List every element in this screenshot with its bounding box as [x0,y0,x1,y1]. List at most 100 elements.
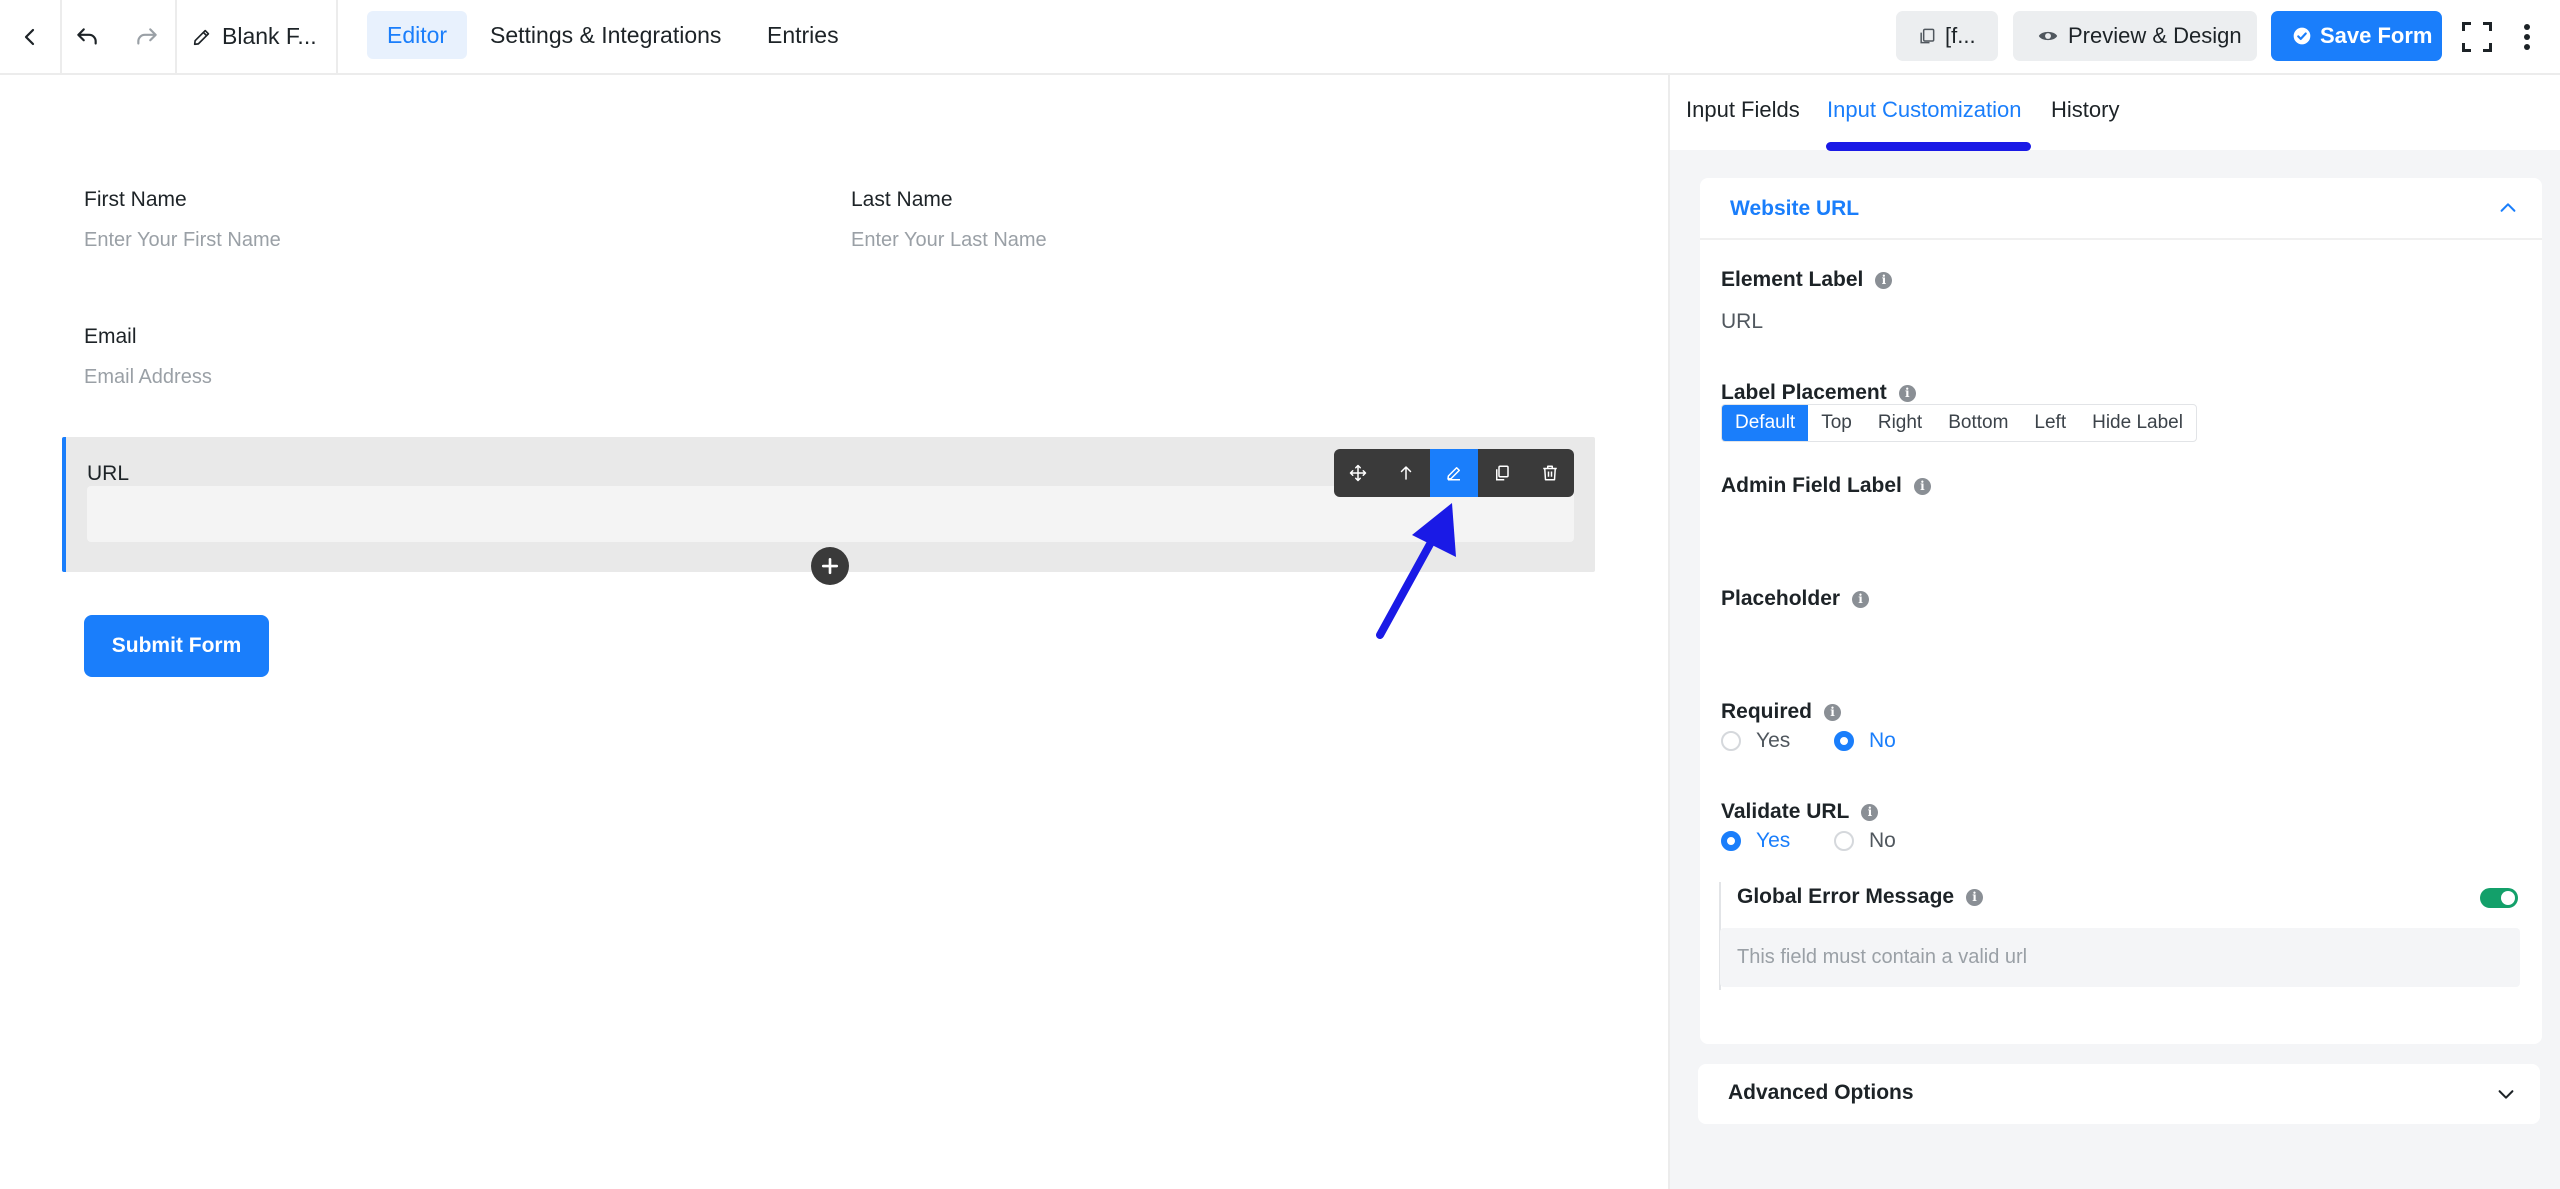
required-yes-radio[interactable]: Yes [1721,729,1790,753]
email-input[interactable]: Email Address [84,366,212,389]
shortcode-button[interactable]: [f... [1896,11,1998,61]
shortcode-text: [f... [1945,23,1976,48]
info-icon: i [1861,803,1879,821]
url-label: URL [87,462,130,485]
last-name-label: Last Name [851,188,953,211]
chevron-left-icon [24,28,35,45]
info-icon: i [1824,703,1842,721]
redo-button[interactable] [122,0,172,73]
info-icon: i [1966,888,1984,906]
advanced-options-section[interactable]: Advanced Options [1698,1064,2540,1124]
validate-yes-radio[interactable]: Yes [1721,829,1790,853]
radio-dot [1721,831,1741,851]
info-icon: i [1875,271,1893,289]
move-up-button[interactable] [1382,449,1430,497]
tab-input-fields[interactable]: Input Fields [1686,97,1800,123]
global-error-heading: Global Error Message i [1737,885,1984,909]
pencil-icon [1447,467,1460,481]
annotation-arrow [1376,503,1456,639]
undo-icon [77,27,97,45]
tab-entries[interactable]: Entries [747,11,859,59]
move-icon [1349,464,1367,482]
active-tab-underline [1826,142,2031,151]
validate-no-radio[interactable]: No [1834,829,1896,853]
validate-url-title: Validate URL [1721,800,1850,823]
tab-history[interactable]: History [2051,97,2119,123]
chevron-down-icon [2498,1090,2514,1099]
website-url-section: Website URL [1700,178,2542,1044]
global-error-toggle[interactable] [2480,888,2518,908]
delete-button[interactable] [1526,449,1574,497]
placement-left[interactable]: Left [2021,405,2079,441]
required-heading: Required i [1721,700,1842,724]
edit-field-button[interactable] [1430,449,1478,497]
back-button[interactable] [0,0,60,73]
validate-no-label: No [1869,829,1896,852]
more-options-button[interactable] [2505,0,2549,73]
placeholder-input[interactable] [1721,625,2521,675]
trash-icon [1543,465,1557,481]
undo-button[interactable] [62,0,112,73]
required-no-radio[interactable]: No [1834,729,1896,753]
check-circle-icon [2293,27,2311,45]
plus-icon [821,557,839,575]
placement-default[interactable]: Default [1722,405,1809,441]
last-name-input[interactable]: Enter Your Last Name [851,229,1047,252]
copy-icon [1920,28,1935,44]
element-label-title: Element Label [1721,268,1864,291]
radio-dot [1721,731,1741,751]
copy-icon [1496,465,1509,481]
add-field-button[interactable] [811,547,849,585]
redo-icon [137,27,157,45]
form-title[interactable]: Blank F... [177,0,335,73]
save-form-button[interactable]: Save Form [2271,11,2442,61]
info-icon: i [1852,590,1870,608]
preview-design-label: Preview & Design [2068,23,2242,48]
placement-bottom[interactable]: Bottom [1935,405,2021,441]
submit-form-button[interactable]: Submit Form [84,615,269,677]
form-title-text: Blank F... [222,23,317,49]
move-button[interactable] [1334,449,1382,497]
eye-icon [2038,31,2058,41]
info-icon: i [1898,384,1916,402]
section-header[interactable]: Website URL [1700,178,2542,240]
panel-tabs: Input Fields Input Customization History [1670,75,2560,150]
placement-top[interactable]: Top [1808,405,1865,441]
more-vertical-icon [2524,23,2530,50]
arrow-up-icon [1400,466,1412,480]
first-name-label: First Name [84,188,187,211]
email-label: Email [84,325,137,348]
global-error-input[interactable]: This field must contain a valid url [1720,928,2520,987]
advanced-options-title: Advanced Options [1728,1081,1914,1104]
placement-hide-label[interactable]: Hide Label [2079,405,2196,441]
tab-input-customization[interactable]: Input Customization [1827,97,2021,123]
validate-url-heading: Validate URL i [1721,800,1879,824]
placeholder-heading: Placeholder i [1721,587,1870,611]
global-error-title: Global Error Message [1737,885,1955,908]
preview-design-button[interactable]: Preview & Design [2013,11,2257,61]
save-form-label: Save Form [2320,23,2433,48]
fullscreen-icon [2462,21,2492,52]
duplicate-button[interactable] [1478,449,1526,497]
required-no-label: No [1869,729,1896,752]
element-label-input[interactable]: URL [1721,310,1763,334]
required-yes-label: Yes [1756,729,1791,752]
tab-settings-integrations[interactable]: Settings & Integrations [470,11,741,59]
tab-editor[interactable]: Editor [367,11,468,59]
radio-dot [1834,731,1854,751]
first-name-input[interactable]: Enter Your First Name [84,229,281,252]
top-bar: Blank F... Editor Settings & Integration… [0,0,2560,75]
admin-field-label-heading: Admin Field Label i [1721,474,1931,498]
required-title: Required [1721,700,1813,723]
label-placement-heading: Label Placement i [1721,381,1916,405]
fullscreen-button[interactable] [2455,0,2499,73]
admin-field-label-title: Admin Field Label [1721,474,1902,497]
field-toolbar [1334,449,1574,497]
label-placement-options: Default Top Right Bottom Left Hide Label [1721,404,2197,442]
validate-yes-label: Yes [1756,829,1791,852]
placeholder-title: Placeholder [1721,587,1841,610]
placement-right[interactable]: Right [1865,405,1935,441]
pencil-icon [193,29,210,45]
info-icon: i [1913,477,1931,495]
admin-field-label-input[interactable] [1721,512,2521,562]
